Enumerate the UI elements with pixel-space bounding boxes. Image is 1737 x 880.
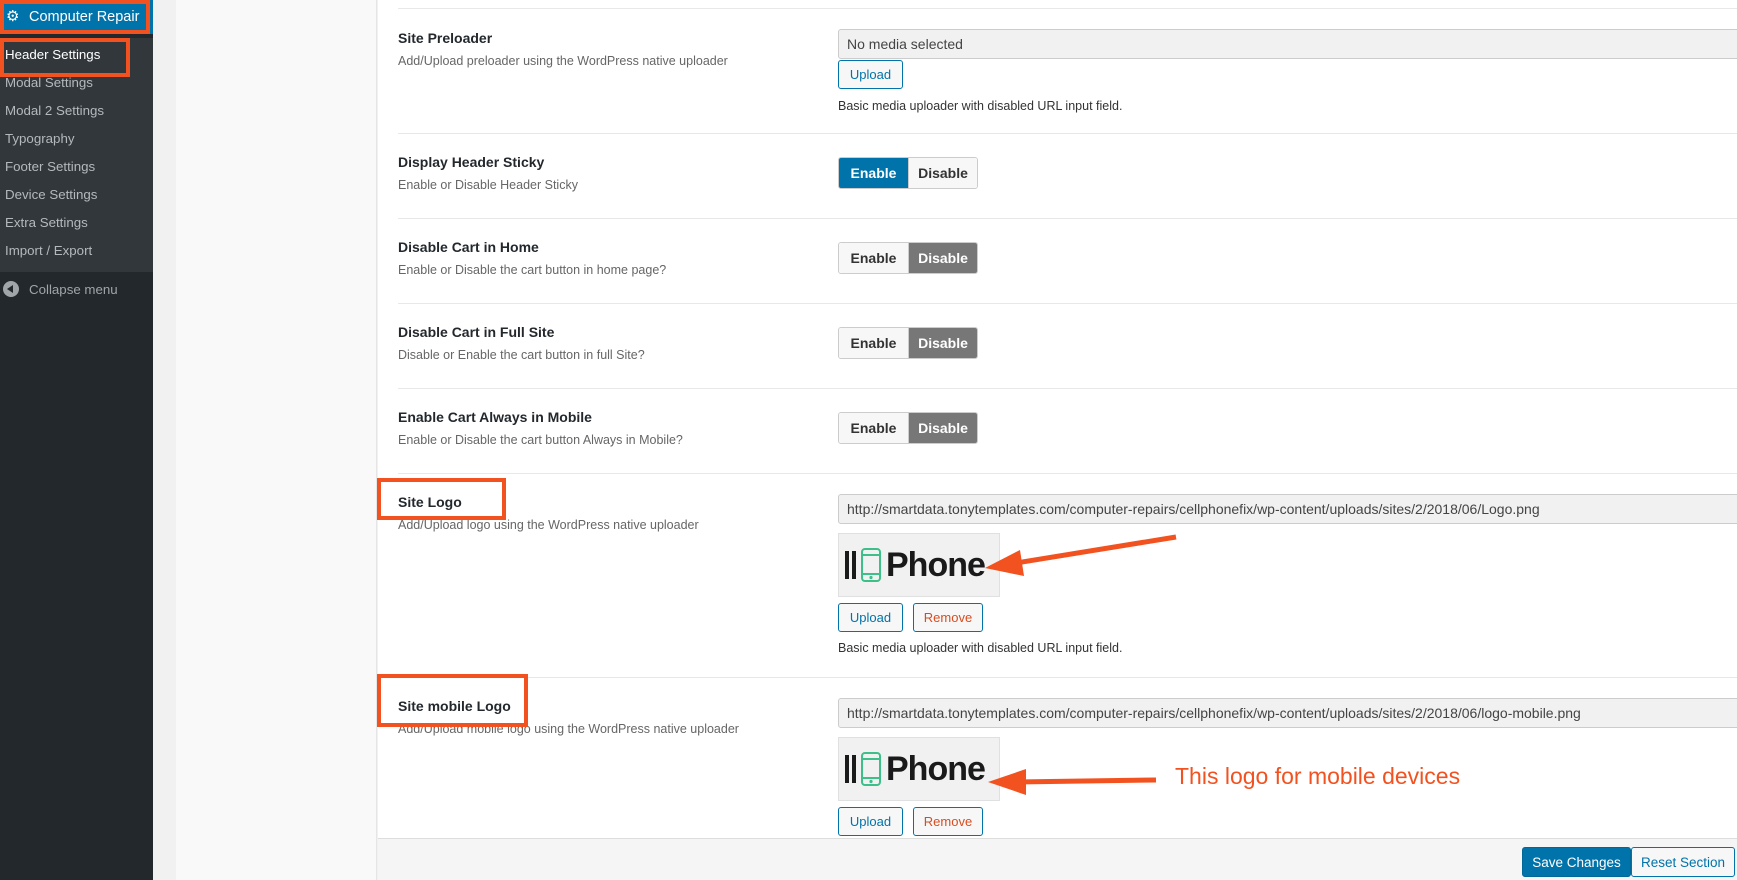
- page: ⚙ Computer Repair Header Settings Modal …: [0, 0, 1737, 880]
- save-changes-button[interactable]: Save Changes: [1522, 847, 1631, 877]
- reset-section-button[interactable]: Reset Section: [1631, 847, 1735, 877]
- arrow-site-logo-head: [985, 550, 1024, 576]
- annotation-arrows: [985, 534, 1177, 795]
- arrow-mobile-logo-shaft: [1015, 777, 1157, 785]
- mobile-logo-annotation: This logo for mobile devices: [1175, 763, 1461, 789]
- options-footer: Save Changes Reset Section: [378, 838, 1737, 880]
- arrow-mobile-logo-head: [988, 769, 1026, 795]
- arrow-site-logo-shaft: [1009, 534, 1177, 567]
